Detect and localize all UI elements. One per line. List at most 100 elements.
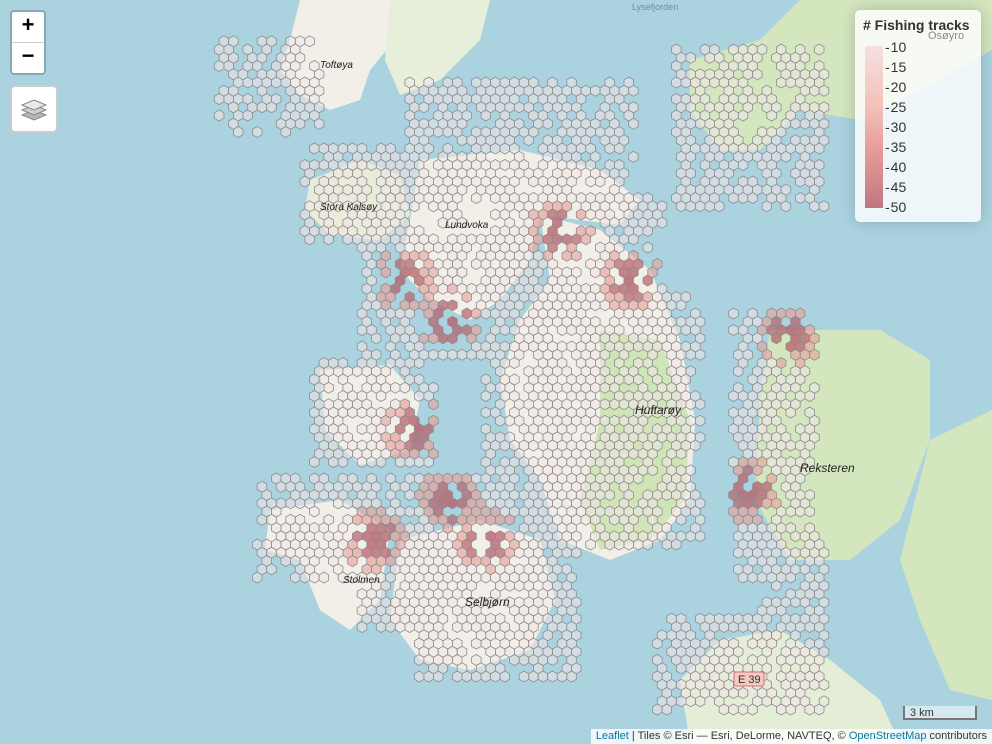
hex-cell[interactable] [394,456,406,468]
hex-cell[interactable] [766,109,777,122]
hex-cell[interactable] [323,381,334,394]
hex-cell[interactable] [642,538,653,551]
hex-cell[interactable] [575,291,587,303]
hex-cell[interactable] [504,414,515,427]
hex-cell[interactable] [390,381,401,394]
hex-cell[interactable] [304,233,315,246]
hex-cell[interactable] [409,546,420,559]
hex-cell[interactable] [347,555,358,567]
hex-cell[interactable] [375,390,387,402]
hex-cell[interactable] [428,332,439,345]
hex-cell[interactable] [432,241,444,254]
hex-cell[interactable] [323,233,334,246]
hex-cell[interactable] [466,348,477,361]
hex-cell[interactable] [609,513,620,526]
hex-cell[interactable] [571,249,582,262]
hex-cell[interactable] [461,621,472,633]
hex-cell[interactable] [499,670,511,683]
hex-cell[interactable] [480,406,492,419]
hex-cell[interactable] [499,159,511,171]
hex-cell[interactable] [704,51,715,64]
hex-cell[interactable] [352,513,363,526]
hex-cell[interactable] [790,530,801,543]
hex-cell[interactable] [413,456,425,468]
hex-cell[interactable] [432,670,444,683]
hex-cell[interactable] [642,274,653,287]
hex-cell[interactable] [528,439,539,452]
hex-cell[interactable] [685,51,696,64]
hex-cell[interactable] [675,200,687,213]
hex-cell[interactable] [251,126,263,138]
hex-cell[interactable] [818,678,830,691]
hex-cell[interactable] [537,307,549,320]
hex-cell[interactable] [752,464,763,477]
hex-cell[interactable] [494,414,506,427]
hex-cell[interactable] [566,439,577,452]
hex-cell[interactable] [728,192,739,204]
hex-cell[interactable] [585,505,596,518]
hex-cell[interactable] [595,175,606,188]
hex-cell[interactable] [394,621,406,633]
hex-cell[interactable] [728,703,739,716]
hex-cell[interactable] [599,299,611,312]
hex-cell[interactable] [761,695,772,708]
hex-cell[interactable] [480,307,492,320]
hex-cell[interactable] [656,216,668,229]
hex-cell[interactable] [714,200,725,213]
hex-cell[interactable] [795,505,806,518]
hex-cell[interactable] [280,555,291,567]
hex-cell[interactable] [647,464,658,477]
hex-cell[interactable] [695,117,706,130]
hex-cell[interactable] [437,612,449,625]
hex-cell[interactable] [580,480,591,493]
hex-cell[interactable] [299,571,311,584]
hex-cell[interactable] [504,480,515,493]
hex-cell[interactable] [785,703,796,716]
hex-cell[interactable] [523,563,534,576]
hex-cell[interactable] [499,142,511,155]
hex-cell[interactable] [561,249,572,262]
hex-cell[interactable] [547,390,558,402]
hex-cell[interactable] [737,159,749,171]
hex-cell[interactable] [290,571,301,584]
hex-cell[interactable] [728,324,739,336]
hex-cell[interactable] [547,423,558,435]
hex-cell[interactable] [695,414,706,427]
hex-cell[interactable] [547,522,558,534]
hex-cell[interactable] [571,546,582,559]
hex-cell[interactable] [356,406,368,419]
hex-cell[interactable] [537,390,549,402]
hex-cell[interactable] [737,687,749,699]
hex-cell[interactable] [232,126,244,138]
hex-cell[interactable] [737,571,749,584]
hex-cell[interactable] [776,703,787,716]
hex-cell[interactable] [618,398,630,411]
hex-cell[interactable] [818,84,830,97]
hex-cell[interactable] [461,670,472,683]
map-canvas[interactable]: Toftøya Stora Kalsøy Lundvoka Huftarøy R… [0,0,992,744]
hex-cell[interactable] [523,381,534,394]
hex-cell[interactable] [304,35,315,48]
hex-cell[interactable] [413,604,425,617]
hex-cell[interactable] [461,307,472,320]
hex-cell[interactable] [480,109,492,122]
hex-cell[interactable] [504,579,515,592]
hex-cell[interactable] [652,637,663,650]
hex-cell[interactable] [628,447,639,460]
hex-cell[interactable] [680,76,691,89]
hex-cell[interactable] [480,670,492,683]
hex-cell[interactable] [352,365,363,378]
hex-cell[interactable] [356,621,368,633]
hex-cell[interactable] [256,513,268,526]
hex-cell[interactable] [552,563,563,576]
hex-cell[interactable] [695,695,706,708]
hex-cell[interactable] [580,414,591,427]
hex-cell[interactable] [514,299,525,312]
hex-cell[interactable] [747,571,758,584]
hex-cell[interactable] [309,505,320,518]
hex-cell[interactable] [804,505,815,518]
hex-cell[interactable] [337,456,349,468]
hex-cell[interactable] [256,101,268,114]
hex-cell[interactable] [514,579,525,592]
hex-cell[interactable] [413,654,425,666]
